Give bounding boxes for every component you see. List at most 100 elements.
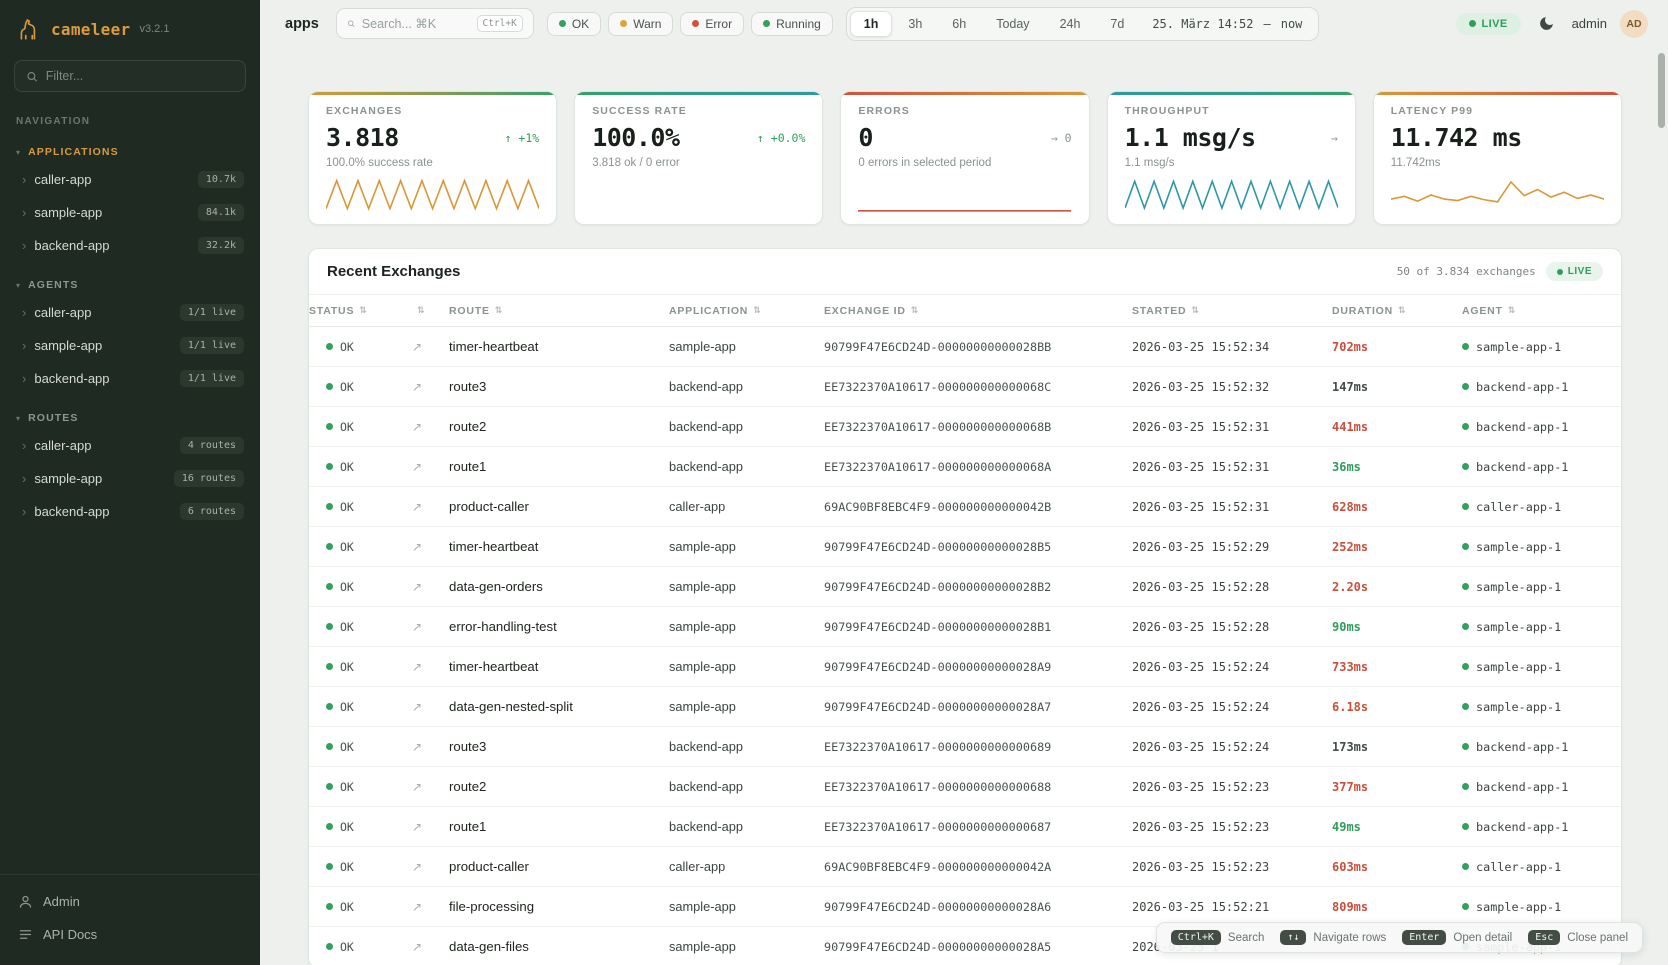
stat-card-subtitle: 0 errors in selected period — [858, 157, 1071, 169]
status-filter-chip[interactable]: Error — [680, 12, 744, 36]
range-button[interactable]: 24h — [1046, 11, 1095, 37]
table-row[interactable]: OK ↗ timer-heartbeat sample-app 90799F47… — [309, 647, 1621, 687]
column-header[interactable]: ⇅ — [412, 305, 449, 316]
column-header[interactable]: EXCHANGE ID ⇅ — [824, 305, 1132, 317]
expand-row-icon[interactable]: ↗ — [412, 500, 422, 514]
sidebar-item[interactable]: › sample-app 1/1 live — [0, 329, 260, 362]
keyboard-hint: Esc Close panel — [1528, 930, 1628, 945]
sort-icon[interactable]: ⇅ — [1398, 305, 1406, 316]
agent-live-dot-icon — [1462, 383, 1469, 390]
filter-input[interactable] — [46, 69, 234, 83]
scrollbar[interactable] — [1658, 48, 1665, 961]
column-header[interactable]: STATUS ⇅ — [309, 305, 412, 317]
column-header[interactable]: DURATION ⇅ — [1332, 305, 1462, 317]
sidebar-section-title[interactable]: ▾ ROUTES — [0, 407, 260, 429]
expand-row-icon[interactable]: ↗ — [412, 900, 422, 914]
status-text: OK — [340, 540, 354, 554]
expand-row-icon[interactable]: ↗ — [412, 700, 422, 714]
agent-cell: backend-app-1 — [1462, 780, 1621, 794]
sort-icon[interactable]: ⇅ — [1191, 305, 1199, 316]
expand-row-icon[interactable]: ↗ — [412, 580, 422, 594]
sidebar-item[interactable]: › sample-app 84.1k — [0, 196, 260, 229]
breadcrumb-apps[interactable]: apps — [285, 16, 319, 32]
application-cell: sample-app — [669, 539, 824, 554]
table-row[interactable]: OK ↗ route3 backend-app EE7322370A10617-… — [309, 367, 1621, 407]
live-dot-icon — [1469, 20, 1476, 27]
table-row[interactable]: OK ↗ route2 backend-app EE7322370A10617-… — [309, 767, 1621, 807]
expand-row-icon[interactable]: ↗ — [412, 620, 422, 634]
global-search[interactable]: Ctrl+K — [336, 8, 534, 39]
app-logo[interactable]: cameleer v3.2.1 — [0, 0, 260, 54]
table-row[interactable]: OK ↗ timer-heartbeat sample-app 90799F47… — [309, 327, 1621, 367]
scrollbar-thumb[interactable] — [1658, 53, 1665, 128]
expand-row-icon[interactable]: ↗ — [412, 940, 422, 954]
table-row[interactable]: OK ↗ route2 backend-app EE7322370A10617-… — [309, 407, 1621, 447]
sidebar-item-admin[interactable]: Admin — [0, 885, 260, 918]
status-filter-chip[interactable]: Running — [751, 12, 833, 36]
expand-row-icon[interactable]: ↗ — [412, 420, 422, 434]
sidebar-filter[interactable] — [14, 60, 246, 92]
table-row[interactable]: OK ↗ product-caller caller-app 69AC90BF8… — [309, 487, 1621, 527]
sidebar-section-title[interactable]: ▾ AGENTS — [0, 274, 260, 296]
table-row[interactable]: OK ↗ route1 backend-app EE7322370A10617-… — [309, 807, 1621, 847]
search-input[interactable] — [362, 17, 470, 31]
status-filter-chip[interactable]: Warn — [608, 12, 673, 36]
table-row[interactable]: OK ↗ timer-heartbeat sample-app 90799F47… — [309, 527, 1621, 567]
sort-icon[interactable]: ⇅ — [911, 305, 919, 316]
range-button[interactable]: 3h — [894, 11, 936, 37]
expand-row-icon[interactable]: ↗ — [412, 460, 422, 474]
sort-icon[interactable]: ⇅ — [417, 305, 425, 316]
sort-icon[interactable]: ⇅ — [495, 305, 503, 316]
table-row[interactable]: OK ↗ data-gen-orders sample-app 90799F47… — [309, 567, 1621, 607]
range-button[interactable]: 6h — [938, 11, 980, 37]
live-toggle[interactable]: LIVE — [1456, 13, 1521, 35]
avatar[interactable]: AD — [1620, 10, 1648, 38]
expand-row-icon[interactable]: ↗ — [412, 780, 422, 794]
expand-row-icon[interactable]: ↗ — [412, 380, 422, 394]
sparkline — [592, 176, 805, 214]
sidebar-item-badge: 16 routes — [174, 470, 244, 487]
range-button[interactable]: 7d — [1096, 11, 1138, 37]
table-row[interactable]: OK ↗ error-handling-test sample-app 9079… — [309, 607, 1621, 647]
dark-mode-toggle[interactable] — [1534, 11, 1559, 36]
expand-row-icon[interactable]: ↗ — [412, 540, 422, 554]
sidebar-item[interactable]: › caller-app 10.7k — [0, 163, 260, 196]
column-header[interactable]: STARTED ⇅ — [1132, 305, 1332, 317]
sidebar-item[interactable]: › backend-app 1/1 live — [0, 362, 260, 395]
sidebar-item[interactable]: › caller-app 1/1 live — [0, 296, 260, 329]
range-button[interactable]: 1h — [850, 11, 893, 37]
sidebar-item[interactable]: › sample-app 16 routes — [0, 462, 260, 495]
sidebar-section-title[interactable]: ▾ APPLICATIONS — [0, 141, 260, 163]
exchange-id-cell: 90799F47E6CD24D-00000000000028B1 — [824, 620, 1132, 634]
column-header[interactable]: AGENT ⇅ — [1462, 305, 1621, 317]
expand-row-icon[interactable]: ↗ — [412, 340, 422, 354]
column-header[interactable]: APPLICATION ⇅ — [669, 305, 824, 317]
expand-row-icon[interactable]: ↗ — [412, 660, 422, 674]
status-dot-icon — [763, 20, 770, 27]
sidebar-item[interactable]: › backend-app 32.2k — [0, 229, 260, 262]
status-cell: OK — [309, 460, 412, 474]
table-row[interactable]: OK ↗ file-processing sample-app 90799F47… — [309, 887, 1621, 927]
table-row[interactable]: OK ↗ route3 backend-app EE7322370A10617-… — [309, 727, 1621, 767]
table-row[interactable]: OK ↗ route1 backend-app EE7322370A10617-… — [309, 447, 1621, 487]
sidebar-item[interactable]: › backend-app 6 routes — [0, 495, 260, 528]
sort-icon[interactable]: ⇅ — [753, 305, 761, 316]
table-row[interactable]: OK ↗ data-gen-nested-split sample-app 90… — [309, 687, 1621, 727]
route-cell: route1 — [449, 459, 669, 474]
sidebar-item-label: backend-app — [34, 371, 109, 386]
agent-name: sample-app-1 — [1476, 340, 1561, 354]
sidebar-item[interactable]: › caller-app 4 routes — [0, 429, 260, 462]
date-range[interactable]: 25. März 14:52 — now — [1138, 17, 1318, 31]
table-live-badge[interactable]: LIVE — [1546, 262, 1603, 281]
expand-row-icon[interactable]: ↗ — [412, 860, 422, 874]
sidebar-item-api-docs[interactable]: API Docs — [0, 918, 260, 951]
sort-icon[interactable]: ⇅ — [359, 305, 367, 316]
expand-row-icon[interactable]: ↗ — [412, 740, 422, 754]
sort-icon[interactable]: ⇅ — [1508, 305, 1516, 316]
range-button[interactable]: Today — [982, 11, 1043, 37]
status-filter-chip[interactable]: OK — [547, 12, 601, 36]
table-row[interactable]: OK ↗ product-caller caller-app 69AC90BF8… — [309, 847, 1621, 887]
nav-section: ▾ AGENTS › caller-app 1/1 live › sample-… — [0, 274, 260, 395]
expand-row-icon[interactable]: ↗ — [412, 820, 422, 834]
column-header[interactable]: ROUTE ⇅ — [449, 305, 669, 317]
